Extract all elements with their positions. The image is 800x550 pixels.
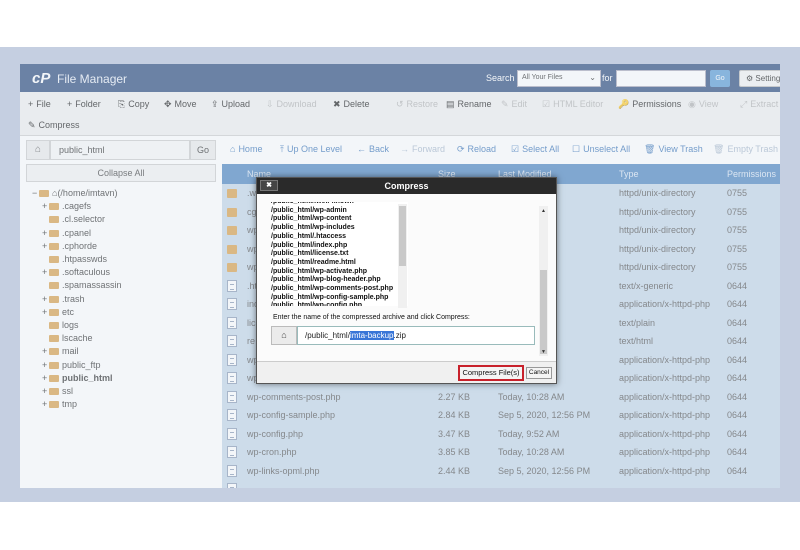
dialog-footer: Compress File(s) Cancel [257,361,556,383]
selected-file-item: /public_html/wp-config-sample.php [271,293,389,301]
dialog-title: Compress [384,181,429,191]
archive-name-row: ⌂ /public_html/imta-backup.zip [271,326,535,345]
archive-name-input[interactable]: /public_html/imta-backup.zip [297,326,535,345]
scroll-up-icon[interactable]: ▲ [541,208,546,214]
files-scrollbar[interactable] [398,204,407,308]
selected-file-item: /public_html/wp-admin [271,206,347,214]
home-icon: ⌂ [271,326,297,345]
scroll-down-icon[interactable]: ▼ [541,349,546,355]
selected-file-item: /public_html/wp-content [271,215,352,223]
selected-file-item: /public_html/wp-activate.php [271,267,368,275]
selected-file-item: /public_html/wp-config.php [271,302,362,306]
archive-name-selection: imta-backup [349,331,394,340]
compress-files-button[interactable]: Compress File(s) [458,365,524,381]
compress-dialog: Compress ✖ /public_html/.well-known/publ… [256,177,557,384]
selected-file-item: /public_html/wp-blog-header.php [271,276,381,284]
selected-file-item: /public_html/license.txt [271,250,349,258]
selected-file-item: /public_html/.htaccess [271,232,347,240]
selected-file-item: /public_html/readme.html [271,258,356,266]
archive-name-prefix: /public_html/ [305,331,350,340]
selected-file-item: /public_html/index.php [271,241,348,249]
dialog-header: Compress ✖ [257,178,556,194]
scrollbar-thumb[interactable] [399,206,406,266]
scrollbar-thumb[interactable] [540,270,547,354]
dialog-scrollbar[interactable]: ▲ ▼ [539,206,548,356]
selected-file-item: /public_html/wp-includes [271,224,355,232]
archive-name-suffix: .zip [393,331,406,340]
cancel-button[interactable]: Cancel [526,367,552,379]
selected-files-list: /public_html/.well-known/public_html/wp-… [271,202,408,306]
selected-file-item: /public_html/wp-comments-post.php [271,285,394,293]
archive-name-instruction: Enter the name of the compressed archive… [273,314,470,321]
close-icon[interactable]: ✖ [260,180,278,191]
